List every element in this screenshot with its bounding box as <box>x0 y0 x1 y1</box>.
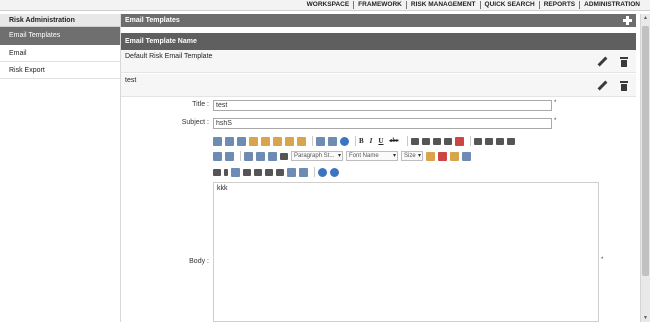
template-name: test <box>125 77 137 84</box>
toolbar-separator <box>240 151 241 161</box>
sidebar-item-email-templates[interactable]: Email Templates <box>0 27 120 45</box>
replace-icon[interactable] <box>237 136 246 146</box>
paragraph-mark-icon[interactable] <box>265 168 273 176</box>
toolbar-separator <box>355 136 356 146</box>
subscript-icon[interactable] <box>254 168 262 176</box>
toolbar-row-2: Paragraph St... Font Name Size <box>213 150 474 162</box>
bullet-list-icon[interactable] <box>507 137 516 145</box>
justify-icon[interactable] <box>444 137 453 145</box>
clear-format-icon[interactable] <box>455 136 465 146</box>
nav-quick-search[interactable]: QUICK SEARCH <box>479 1 539 9</box>
background-color-icon[interactable] <box>450 151 459 161</box>
add-template-plus-icon[interactable] <box>622 15 633 26</box>
toolbar-separator <box>407 136 409 146</box>
globe-icon[interactable] <box>340 136 349 146</box>
toolbar-row-1: B I U abc <box>213 135 518 147</box>
strikethrough-button[interactable]: abc <box>389 138 398 144</box>
body-required-mark: * <box>601 257 604 263</box>
font-color-icon[interactable] <box>438 151 447 161</box>
toolbar-separator <box>314 167 315 177</box>
panel-title: Email Templates <box>125 17 180 24</box>
delete-trash-icon[interactable] <box>620 57 628 67</box>
underline-button[interactable]: U <box>378 137 383 145</box>
redo-icon[interactable] <box>328 136 337 146</box>
bold-button[interactable]: B <box>359 137 364 145</box>
align-right-icon[interactable] <box>433 137 442 145</box>
copy-icon[interactable] <box>285 136 294 146</box>
dropdown-arrow-icon[interactable] <box>224 168 228 176</box>
scroll-down-arrow-icon[interactable]: ▼ <box>643 315 648 321</box>
align-left-icon[interactable] <box>411 137 420 145</box>
align-center-icon[interactable] <box>422 137 431 145</box>
help-icon[interactable] <box>330 167 339 177</box>
insert-field-icon[interactable] <box>268 151 277 161</box>
template-name: Default Risk Email Template <box>125 53 213 60</box>
toolbar-row-3 <box>213 166 342 178</box>
highlight-color-icon[interactable] <box>426 151 435 161</box>
italic-button[interactable]: I <box>370 137 373 145</box>
numbered-list-icon[interactable] <box>496 137 505 145</box>
font-size-select[interactable]: Size <box>401 151 423 161</box>
body-editor[interactable]: kkk <box>213 182 599 322</box>
table-row[interactable]: test <box>121 74 636 97</box>
superscript-icon[interactable] <box>243 168 251 176</box>
template-edit-form: Title : * Subject : * B I <box>121 98 636 322</box>
outdent-icon[interactable] <box>485 137 494 145</box>
nav-framework[interactable]: FRAMEWORK <box>353 1 406 9</box>
subject-required-mark: * <box>554 118 557 124</box>
paragraph-style-select[interactable]: Paragraph St... <box>291 151 343 161</box>
vertical-scrollbar[interactable]: ▲ ▼ <box>640 14 650 322</box>
scroll-thumb[interactable] <box>642 26 649 276</box>
toolbar-separator <box>312 136 313 146</box>
editor-toolbar: B I U abc Paragraph St... ▾ Font Name ▾ … <box>213 134 608 180</box>
title-required-mark: * <box>554 100 557 106</box>
find-icon[interactable] <box>225 136 234 146</box>
edit-pencil-icon[interactable] <box>597 57 607 67</box>
toolbar-separator <box>470 136 472 146</box>
sidebar: Risk Administration Email Templates Emai… <box>0 14 121 322</box>
table-icon[interactable] <box>244 151 253 161</box>
spellcheck-icon[interactable] <box>213 136 222 146</box>
main-panel: Email Templates Email Template Name Defa… <box>121 14 636 322</box>
horizontal-rule-icon[interactable] <box>213 168 221 176</box>
sidebar-item-risk-export[interactable]: Risk Export <box>0 62 120 79</box>
cut-icon[interactable] <box>297 136 306 146</box>
nav-workspace[interactable]: WORKSPACE <box>303 1 354 9</box>
title-input[interactable] <box>213 100 552 111</box>
nav-administration[interactable]: ADMINISTRATION <box>579 1 644 9</box>
body-label: Body : <box>189 258 209 265</box>
indent-icon[interactable] <box>474 137 483 145</box>
column-header-template-name: Email Template Name <box>121 33 636 50</box>
nav-reports[interactable]: REPORTS <box>538 1 579 9</box>
subscript-format-icon[interactable] <box>225 151 234 161</box>
paste-icon[interactable] <box>249 136 258 146</box>
time-icon[interactable] <box>299 167 308 177</box>
print-icon[interactable] <box>231 167 240 177</box>
nav-risk-management[interactable]: RISK MANAGEMENT <box>405 1 480 9</box>
edit-pencil-icon[interactable] <box>597 81 607 91</box>
table-row[interactable]: Default Risk Email Template <box>121 50 636 73</box>
block-quote-icon[interactable] <box>276 168 284 176</box>
paste-text-icon[interactable] <box>261 136 270 146</box>
undo-icon[interactable] <box>316 136 325 146</box>
title-label: Title : <box>192 101 209 108</box>
subject-input[interactable] <box>213 118 552 129</box>
sidebar-title: Risk Administration <box>0 14 120 27</box>
sidebar-item-email[interactable]: Email <box>0 45 120 62</box>
preview-icon[interactable] <box>318 167 327 177</box>
subject-label: Subject : <box>181 119 209 126</box>
delete-trash-icon[interactable] <box>620 81 628 91</box>
scroll-up-arrow-icon[interactable]: ▲ <box>643 15 648 21</box>
superscript-format-icon[interactable] <box>213 151 222 161</box>
eraser-icon[interactable] <box>462 151 471 161</box>
table-properties-icon[interactable] <box>256 151 265 161</box>
date-icon[interactable] <box>287 167 296 177</box>
omega-symbol-icon[interactable] <box>280 152 288 160</box>
panel-header: Email Templates <box>121 14 636 27</box>
top-navigation: WORKSPACE FRAMEWORK RISK MANAGEMENT QUIC… <box>0 0 650 11</box>
paste-word-icon[interactable] <box>273 136 282 146</box>
font-name-select[interactable]: Font Name <box>346 151 398 161</box>
